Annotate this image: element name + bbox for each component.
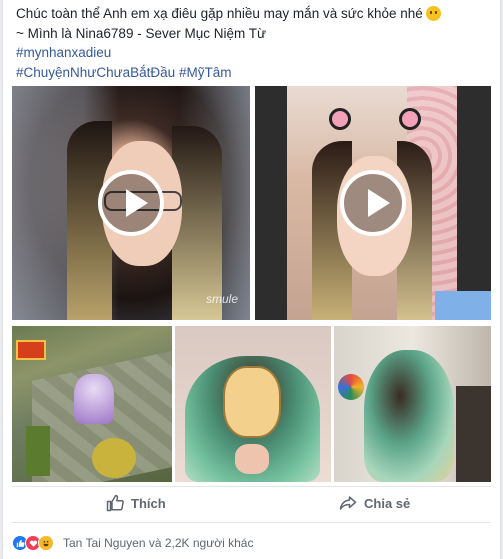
- video-watermark: smule: [205, 292, 238, 306]
- photo-thumbnail-game[interactable]: [12, 326, 172, 482]
- hashtag-link[interactable]: #MỹTâm: [179, 65, 232, 80]
- photo-thumbnail-selfie[interactable]: [175, 326, 331, 482]
- post-line-2: ~ Mình là Nina6789 - Sever Mục Niệm Từ: [16, 25, 267, 41]
- share-button[interactable]: Chia sẻ: [339, 489, 410, 517]
- hashtag-link[interactable]: #ChuyệnNhưChưaBắtĐầu: [16, 65, 175, 80]
- like-button[interactable]: Thích: [106, 489, 166, 517]
- share-label: Chia sẻ: [364, 495, 411, 511]
- hashtag-link[interactable]: #mynhanxadieu: [16, 45, 111, 60]
- game-sign: [16, 340, 46, 360]
- mouse-ear-icon: [399, 108, 421, 130]
- mouse-ear-icon: [329, 108, 351, 130]
- video-2-screen: [435, 291, 491, 320]
- like-label: Thích: [131, 495, 166, 511]
- smile-emoji-icon: [425, 6, 441, 21]
- play-icon[interactable]: [98, 170, 164, 236]
- share-arrow-icon: [339, 496, 357, 510]
- post-text: Chúc toàn thể Anh em xạ điêu gặp nhiều m…: [16, 4, 496, 82]
- haha-icon: [38, 535, 54, 551]
- divider: [12, 486, 491, 487]
- post-line-1-text: Chúc toàn thể Anh em xạ điêu gặp nhiều m…: [16, 6, 423, 21]
- photo-thumbnail-hair[interactable]: [334, 326, 491, 482]
- face-sticker-icon: [223, 366, 281, 438]
- video-thumbnail-1[interactable]: smule: [12, 86, 250, 320]
- game-bush: [92, 438, 136, 478]
- post-line-1: Chúc toàn thể Anh em xạ điêu gặp nhiều m…: [16, 4, 496, 24]
- reaction-summary[interactable]: Tan Tai Nguyen và 2,2K người khác: [12, 533, 253, 553]
- thumbs-up-icon: [106, 494, 124, 512]
- photo-background: [456, 386, 491, 482]
- divider: [12, 522, 491, 523]
- photo-hand: [235, 444, 269, 474]
- game-character: [74, 374, 114, 424]
- video-thumbnail-2[interactable]: [255, 86, 491, 320]
- dartboard-icon: [338, 374, 364, 400]
- play-icon[interactable]: [340, 170, 406, 236]
- reaction-summary-text[interactable]: Tan Tai Nguyen và 2,2K người khác: [63, 536, 253, 550]
- photo-hair: [364, 350, 454, 482]
- game-tree: [26, 426, 50, 476]
